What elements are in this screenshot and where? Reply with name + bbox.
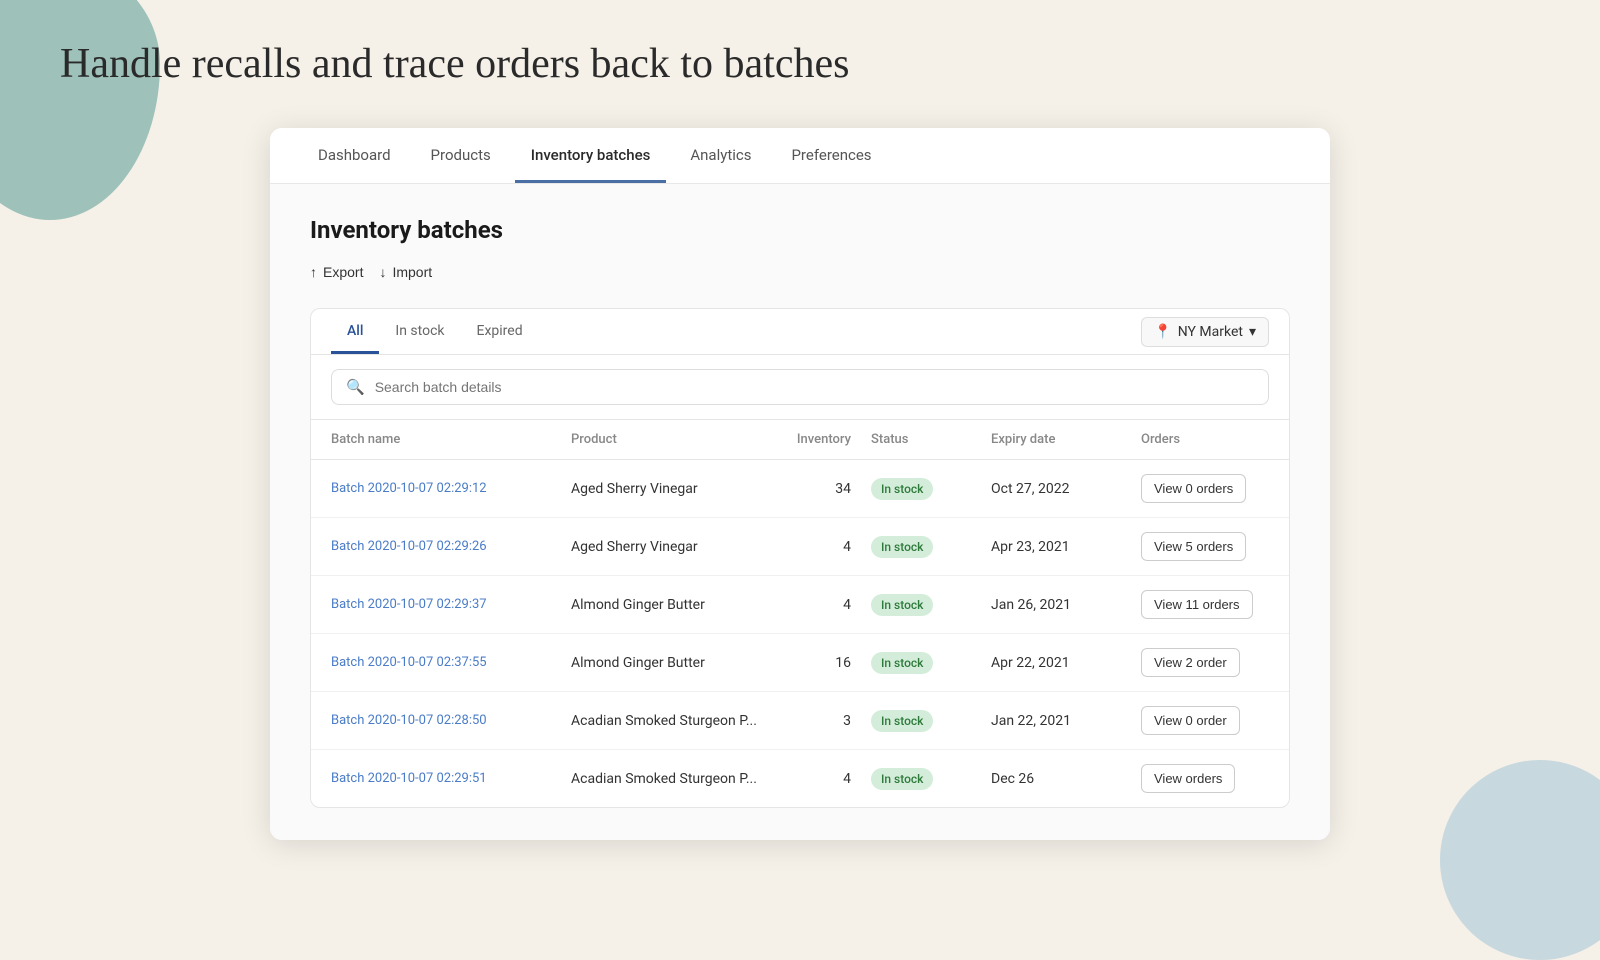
col-orders: Orders (1141, 432, 1281, 447)
inventory-count: 16 (771, 655, 871, 671)
inventory-count: 3 (771, 713, 871, 729)
status-badge: In stock (871, 594, 991, 616)
inventory-count: 4 (771, 597, 871, 613)
action-buttons: ↑ Export ↓ Import (310, 260, 1290, 284)
table-row: Batch 2020-10-07 02:29:26 Aged Sherry Vi… (311, 518, 1289, 576)
orders-cell: View orders (1141, 764, 1281, 793)
status-badge: In stock (871, 768, 991, 790)
search-row: 🔍 (311, 355, 1289, 420)
product-name: Almond Ginger Butter (571, 597, 771, 613)
import-icon: ↓ (379, 264, 386, 280)
nav-item-preferences[interactable]: Preferences (775, 128, 887, 183)
nav-item-products[interactable]: Products (415, 128, 507, 183)
table-row: Batch 2020-10-07 02:29:37 Almond Ginger … (311, 576, 1289, 634)
export-button[interactable]: ↑ Export (310, 260, 363, 284)
table-header: Batch name Product Inventory Status Expi… (311, 420, 1289, 460)
hero-title: Handle recalls and trace orders back to … (60, 40, 1540, 88)
view-orders-button[interactable]: View 11 orders (1141, 590, 1253, 619)
view-orders-button[interactable]: View 0 order (1141, 706, 1240, 735)
batch-link[interactable]: Batch 2020-10-07 02:29:51 (331, 771, 571, 786)
tab-in-stock[interactable]: In stock (379, 309, 460, 354)
batch-link[interactable]: Batch 2020-10-07 02:37:55 (331, 655, 571, 670)
expiry-date: Jan 26, 2021 (991, 597, 1141, 613)
orders-cell: View 2 order (1141, 648, 1281, 677)
product-name: Acadian Smoked Sturgeon P... (571, 713, 771, 729)
import-button[interactable]: ↓ Import (379, 260, 432, 284)
tab-expired[interactable]: Expired (461, 309, 539, 354)
product-name: Almond Ginger Butter (571, 655, 771, 671)
tabs: All In stock Expired (331, 309, 539, 354)
batch-link[interactable]: Batch 2020-10-07 02:28:50 (331, 713, 571, 728)
batch-link[interactable]: Batch 2020-10-07 02:29:12 (331, 481, 571, 496)
tab-row: All In stock Expired 📍 NY Market ▾ (311, 309, 1289, 355)
nav-item-inventory-batches[interactable]: Inventory batches (515, 128, 667, 183)
col-expiry-date: Expiry date (991, 432, 1141, 447)
col-batch-name: Batch name (331, 432, 571, 447)
batch-link[interactable]: Batch 2020-10-07 02:29:37 (331, 597, 571, 612)
market-label: NY Market (1178, 324, 1243, 340)
tab-all[interactable]: All (331, 309, 379, 354)
product-name: Acadian Smoked Sturgeon P... (571, 771, 771, 787)
expiry-date: Dec 26 (991, 771, 1141, 787)
nav-item-analytics[interactable]: Analytics (674, 128, 767, 183)
table-row: Batch 2020-10-07 02:37:55 Almond Ginger … (311, 634, 1289, 692)
orders-cell: View 11 orders (1141, 590, 1281, 619)
table-row: Batch 2020-10-07 02:29:12 Aged Sherry Vi… (311, 460, 1289, 518)
page-title: Inventory batches (310, 216, 1290, 244)
product-name: Aged Sherry Vinegar (571, 481, 771, 497)
export-label: Export (323, 264, 363, 280)
product-name: Aged Sherry Vinegar (571, 539, 771, 555)
table-row: Batch 2020-10-07 02:29:51 Acadian Smoked… (311, 750, 1289, 807)
search-icon: 🔍 (346, 378, 365, 396)
table-row: Batch 2020-10-07 02:28:50 Acadian Smoked… (311, 692, 1289, 750)
expiry-date: Jan 22, 2021 (991, 713, 1141, 729)
col-status: Status (871, 432, 991, 447)
orders-cell: View 5 orders (1141, 532, 1281, 561)
col-product: Product (571, 432, 771, 447)
search-box: 🔍 (331, 369, 1269, 405)
expiry-date: Oct 27, 2022 (991, 481, 1141, 497)
filters-card: All In stock Expired 📍 NY Market ▾ 🔍 (310, 308, 1290, 808)
status-badge: In stock (871, 652, 991, 674)
export-icon: ↑ (310, 264, 317, 280)
status-badge: In stock (871, 478, 991, 500)
orders-cell: View 0 order (1141, 706, 1281, 735)
location-icon: 📍 (1154, 324, 1171, 340)
inventory-count: 4 (771, 771, 871, 787)
orders-cell: View 0 orders (1141, 474, 1281, 503)
view-orders-button[interactable]: View 5 orders (1141, 532, 1246, 561)
expiry-date: Apr 22, 2021 (991, 655, 1141, 671)
table-body: Batch 2020-10-07 02:29:12 Aged Sherry Vi… (311, 460, 1289, 807)
nav-item-dashboard[interactable]: Dashboard (302, 128, 407, 183)
market-selector[interactable]: 📍 NY Market ▾ (1141, 317, 1269, 347)
view-orders-button[interactable]: View orders (1141, 764, 1235, 793)
status-badge: In stock (871, 536, 991, 558)
import-label: Import (392, 264, 432, 280)
chevron-down-icon: ▾ (1249, 324, 1256, 340)
inventory-count: 4 (771, 539, 871, 555)
app-window: Dashboard Products Inventory batches Ana… (270, 128, 1330, 840)
col-inventory: Inventory (771, 432, 871, 447)
nav-bar: Dashboard Products Inventory batches Ana… (270, 128, 1330, 184)
expiry-date: Apr 23, 2021 (991, 539, 1141, 555)
batch-link[interactable]: Batch 2020-10-07 02:29:26 (331, 539, 571, 554)
view-orders-button[interactable]: View 2 order (1141, 648, 1240, 677)
inventory-count: 34 (771, 481, 871, 497)
view-orders-button[interactable]: View 0 orders (1141, 474, 1246, 503)
search-input[interactable] (375, 379, 1254, 395)
status-badge: In stock (871, 710, 991, 732)
main-content: Inventory batches ↑ Export ↓ Import All (270, 184, 1330, 840)
